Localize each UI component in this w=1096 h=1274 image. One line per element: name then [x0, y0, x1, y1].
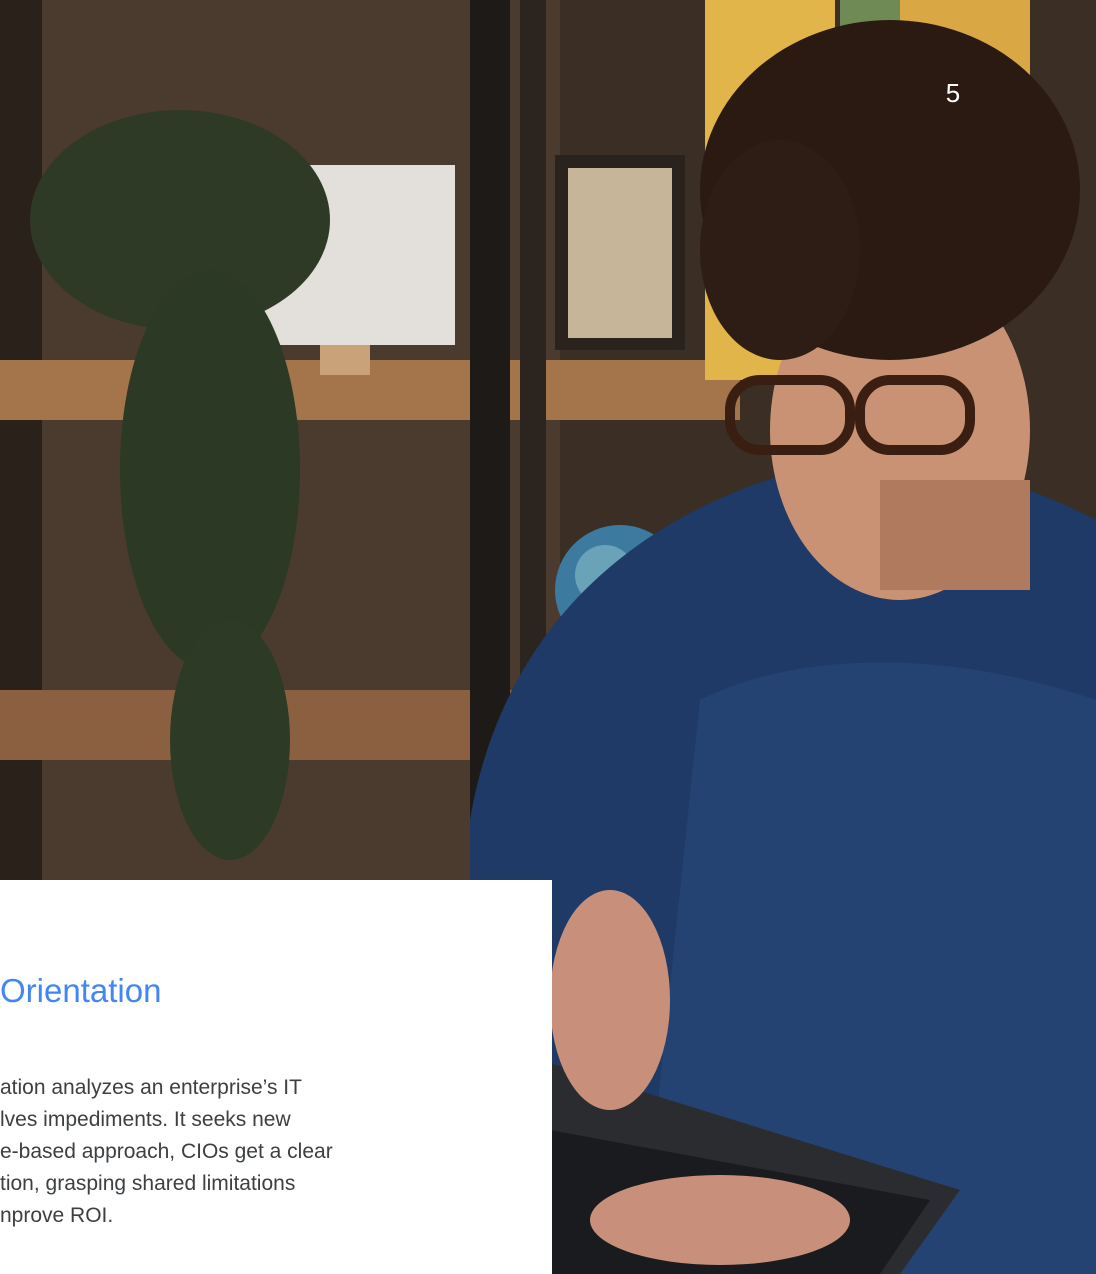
section-body: ation analyzes an enterprise’s IT lves i…: [0, 1072, 540, 1232]
section-heading: Orientation: [0, 972, 162, 1009]
body-line: e-based approach, CIOs get a clear: [0, 1140, 333, 1163]
body-line: ation analyzes an enterprise’s IT: [0, 1076, 302, 1099]
body-line: nprove ROI.: [0, 1204, 114, 1227]
body-line: tion, grasping shared limitations: [0, 1172, 296, 1195]
body-line: lves impediments. It seeks new: [0, 1108, 291, 1131]
text-panel: Orientation ation analyzes an enterprise…: [0, 880, 552, 1274]
page-number: 5: [945, 78, 961, 108]
